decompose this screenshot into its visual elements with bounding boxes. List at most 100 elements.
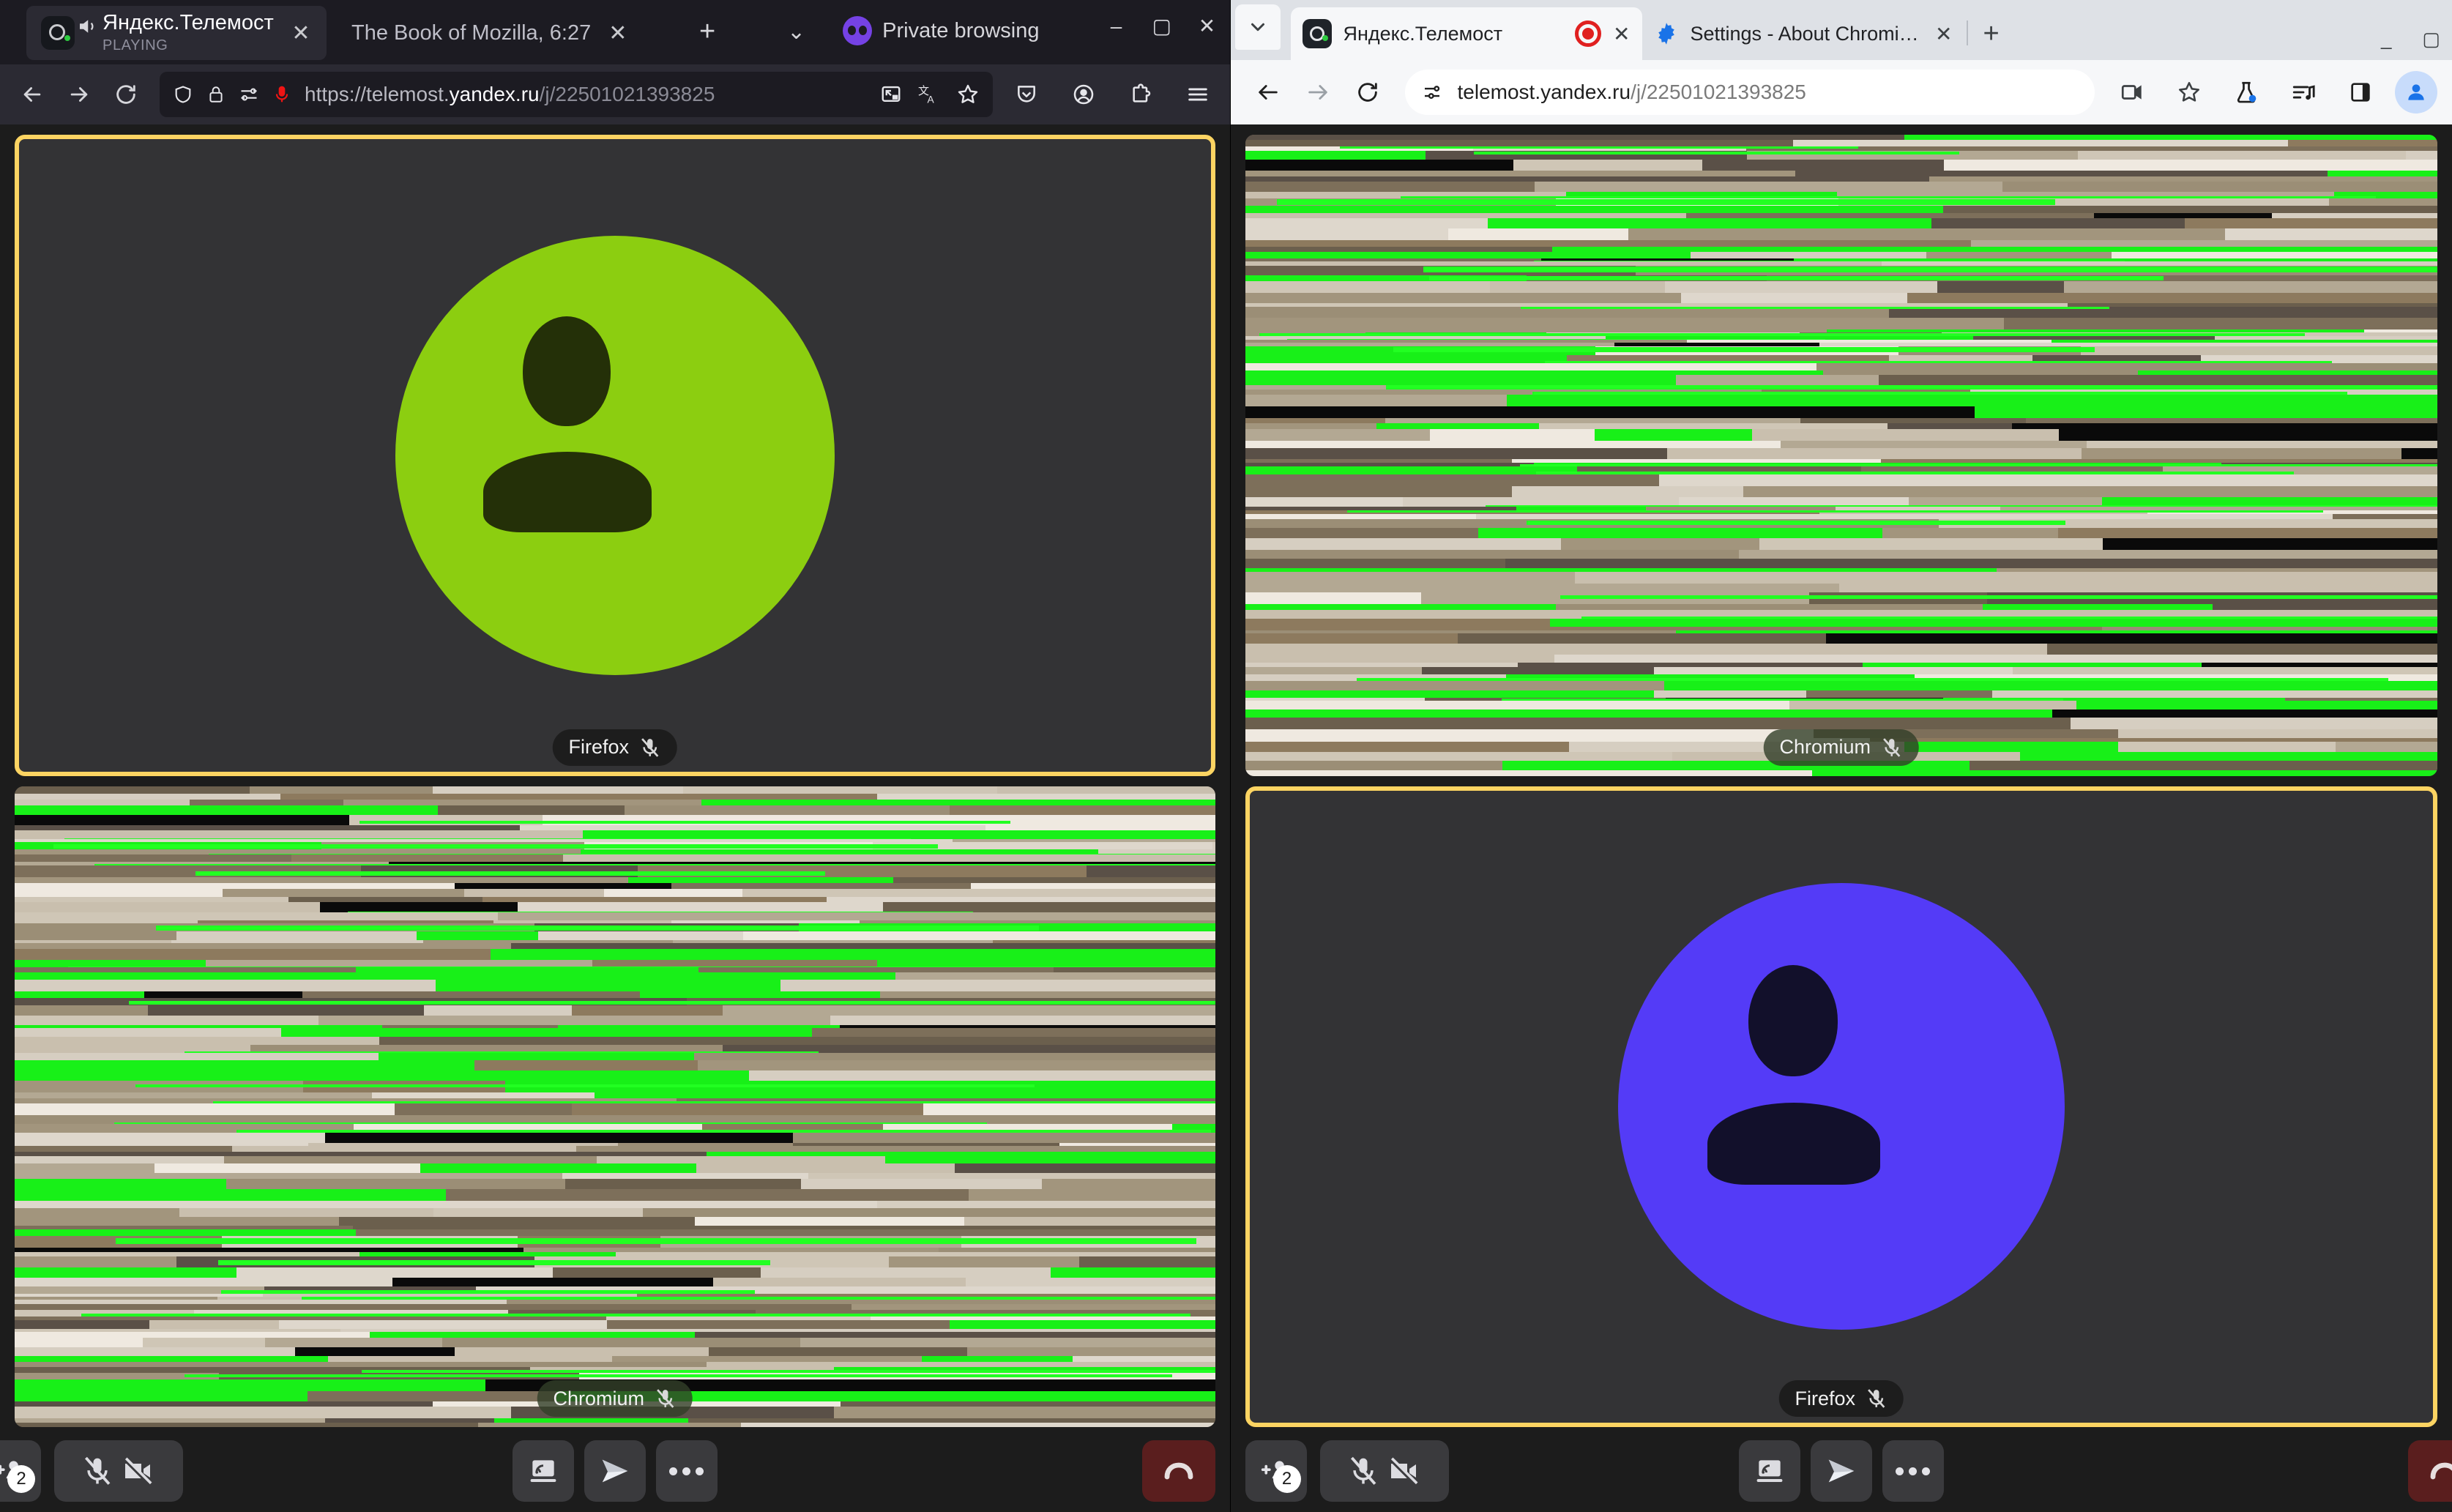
lock-icon[interactable] (206, 85, 226, 104)
tune-icon[interactable] (1421, 81, 1443, 103)
side-panel-icon[interactable] (2338, 70, 2383, 115)
shield-icon[interactable] (173, 84, 193, 105)
microphone-off-icon (1881, 737, 1903, 759)
recording-indicator-icon[interactable] (1575, 21, 1602, 47)
pocket-icon[interactable] (1003, 71, 1050, 118)
bookmark-star-icon[interactable] (956, 83, 980, 106)
private-browsing-label: Private browsing (882, 18, 1040, 42)
mic-camera-group[interactable] (1319, 1440, 1449, 1502)
chromium-tab2-title: Settings - About Chromium (1690, 22, 1924, 45)
video-stream-chromium (15, 786, 1215, 1427)
firefox-call-controls: 2 (0, 1430, 1230, 1512)
more-horizontal-icon (669, 1467, 704, 1475)
chromium-tab-telemost[interactable]: Яндекс.Телемост ✕ (1290, 7, 1642, 60)
video-tile-chromium[interactable]: Chromium (15, 786, 1215, 1427)
minimize-icon[interactable]: _ (2381, 29, 2391, 48)
camera-off-icon[interactable] (121, 1453, 156, 1489)
minimize-icon[interactable]: – (1107, 16, 1126, 37)
extensions-icon[interactable] (1117, 71, 1164, 118)
avatar-circle-green (395, 235, 835, 675)
reload-button[interactable] (1345, 70, 1390, 115)
chromium-tab-title: Яндекс.Телемост (1343, 22, 1503, 45)
microphone-active-icon[interactable] (272, 83, 291, 105)
mic-camera-group[interactable] (54, 1440, 183, 1502)
avatar (15, 135, 1215, 776)
video-tile-chromium[interactable]: Chromium (1245, 135, 2437, 776)
share-screen-button[interactable] (1738, 1440, 1800, 1502)
video-stream-chromium (1245, 135, 2437, 776)
chromium-tab-settings[interactable]: Settings - About Chromium ✕ (1642, 7, 1964, 60)
hangup-button[interactable] (1141, 1440, 1215, 1502)
nameplate-firefox: Firefox (1778, 1380, 1904, 1417)
chromium-call-controls: 2 (1230, 1430, 2452, 1512)
add-participant-button[interactable]: 2 (1245, 1440, 1307, 1502)
firefox-call-area: Firefox Chromium 2 (0, 124, 1230, 1512)
hangup-button[interactable] (2408, 1440, 2452, 1502)
private-mask-icon (843, 16, 873, 45)
video-tile-firefox[interactable]: Firefox (15, 135, 1215, 776)
chromium-address-bar[interactable]: telemost.yandex.ru/j/22501021393825 (1404, 70, 2095, 115)
chromium-tab-close-icon[interactable]: ✕ (1613, 22, 1630, 46)
maximize-icon[interactable]: ▢ (2422, 29, 2440, 48)
close-icon[interactable]: ✕ (1198, 16, 1217, 37)
firefox-tab-title: Яндекс.Телемост (103, 11, 274, 35)
maximize-icon[interactable]: ▢ (1152, 16, 1171, 37)
microphone-off-icon (1866, 1388, 1888, 1409)
more-options-button[interactable] (655, 1440, 718, 1502)
camera-sharing-icon[interactable] (2109, 70, 2155, 115)
avatar (1245, 786, 2438, 1428)
permissions-icon[interactable] (239, 84, 259, 105)
yandex-telemost-favicon (41, 16, 75, 50)
profile-avatar-icon[interactable] (2395, 71, 2437, 113)
speaker-playing-icon[interactable] (76, 15, 98, 37)
picture-in-picture-icon[interactable] (880, 83, 902, 105)
more-options-button[interactable] (1882, 1440, 1944, 1502)
back-button[interactable] (9, 71, 56, 118)
participant-name: Chromium (1779, 736, 1871, 758)
firefox-tab-telemost[interactable]: Яндекс.Телемост PLAYING ✕ (26, 6, 327, 60)
share-screen-button[interactable] (512, 1440, 574, 1502)
bookmark-star-icon[interactable] (2166, 70, 2212, 115)
chromium-toolbar-right (2109, 70, 2437, 115)
nameplate-chromium: Chromium (537, 1380, 693, 1417)
yandex-telemost-favicon (1302, 19, 1332, 48)
reload-button[interactable] (103, 71, 149, 118)
chevron-down-icon[interactable]: ⌄ (787, 19, 805, 45)
chromium-tabstrip: Яндекс.Телемост ✕ Settings - About Chrom… (1230, 0, 2452, 60)
video-tile-firefox[interactable]: Firefox (1245, 786, 2438, 1428)
add-participant-button[interactable]: 2 (0, 1440, 41, 1502)
gear-icon (1654, 21, 1679, 46)
microphone-off-icon[interactable] (81, 1455, 113, 1487)
participant-count-badge: 2 (1272, 1465, 1301, 1493)
tab-search-button[interactable] (1234, 4, 1281, 50)
firefox-url-text[interactable]: https://telemost.yandex.ru/j/22501021393… (305, 83, 867, 106)
chromium-new-tab-button[interactable]: + (1983, 18, 2000, 50)
firefox-window-controls: – ▢ ✕ (1107, 16, 1217, 37)
experiments-flask-icon[interactable] (2224, 70, 2269, 115)
firefox-tab2-close-icon[interactable]: ✕ (608, 21, 627, 46)
nameplate-chromium: Chromium (1763, 729, 1920, 766)
chromium-url-text[interactable]: telemost.yandex.ru/j/22501021393825 (1458, 81, 1806, 104)
firefox-new-tab-button[interactable]: + (699, 16, 715, 48)
media-control-icon[interactable] (2281, 70, 2326, 115)
chromium-tab2-close-icon[interactable]: ✕ (1935, 22, 1952, 46)
forward-button[interactable] (56, 71, 103, 118)
firefox-tabbar: Яндекс.Телемост PLAYING ✕ The Book of Mo… (0, 0, 1230, 64)
camera-off-icon[interactable] (1387, 1453, 1422, 1489)
firefox-tab-mozilla[interactable]: The Book of Mozilla, 6:27 ✕ (351, 6, 627, 60)
app-menu-icon[interactable] (1174, 71, 1221, 118)
firefox-tab-close-icon[interactable]: ✕ (284, 21, 318, 46)
firefox-address-bar[interactable]: https://telemost.yandex.ru/j/22501021393… (160, 72, 993, 117)
microphone-off-icon (639, 737, 661, 759)
translate-icon[interactable]: 文A (918, 83, 940, 105)
account-icon[interactable] (1060, 71, 1107, 118)
firefox-video-tiles: Firefox Chromium (0, 124, 1230, 1430)
avatar-circle-purple (1617, 883, 2065, 1330)
send-button[interactable] (584, 1440, 646, 1502)
firefox-tab2-title: The Book of Mozilla, 6:27 (351, 21, 592, 45)
microphone-off-icon[interactable] (1347, 1455, 1379, 1487)
send-button[interactable] (1810, 1440, 1872, 1502)
participant-name: Firefox (1795, 1387, 1856, 1409)
back-button[interactable] (1245, 70, 1291, 115)
chromium-toolbar: telemost.yandex.ru/j/22501021393825 (1230, 60, 2452, 124)
